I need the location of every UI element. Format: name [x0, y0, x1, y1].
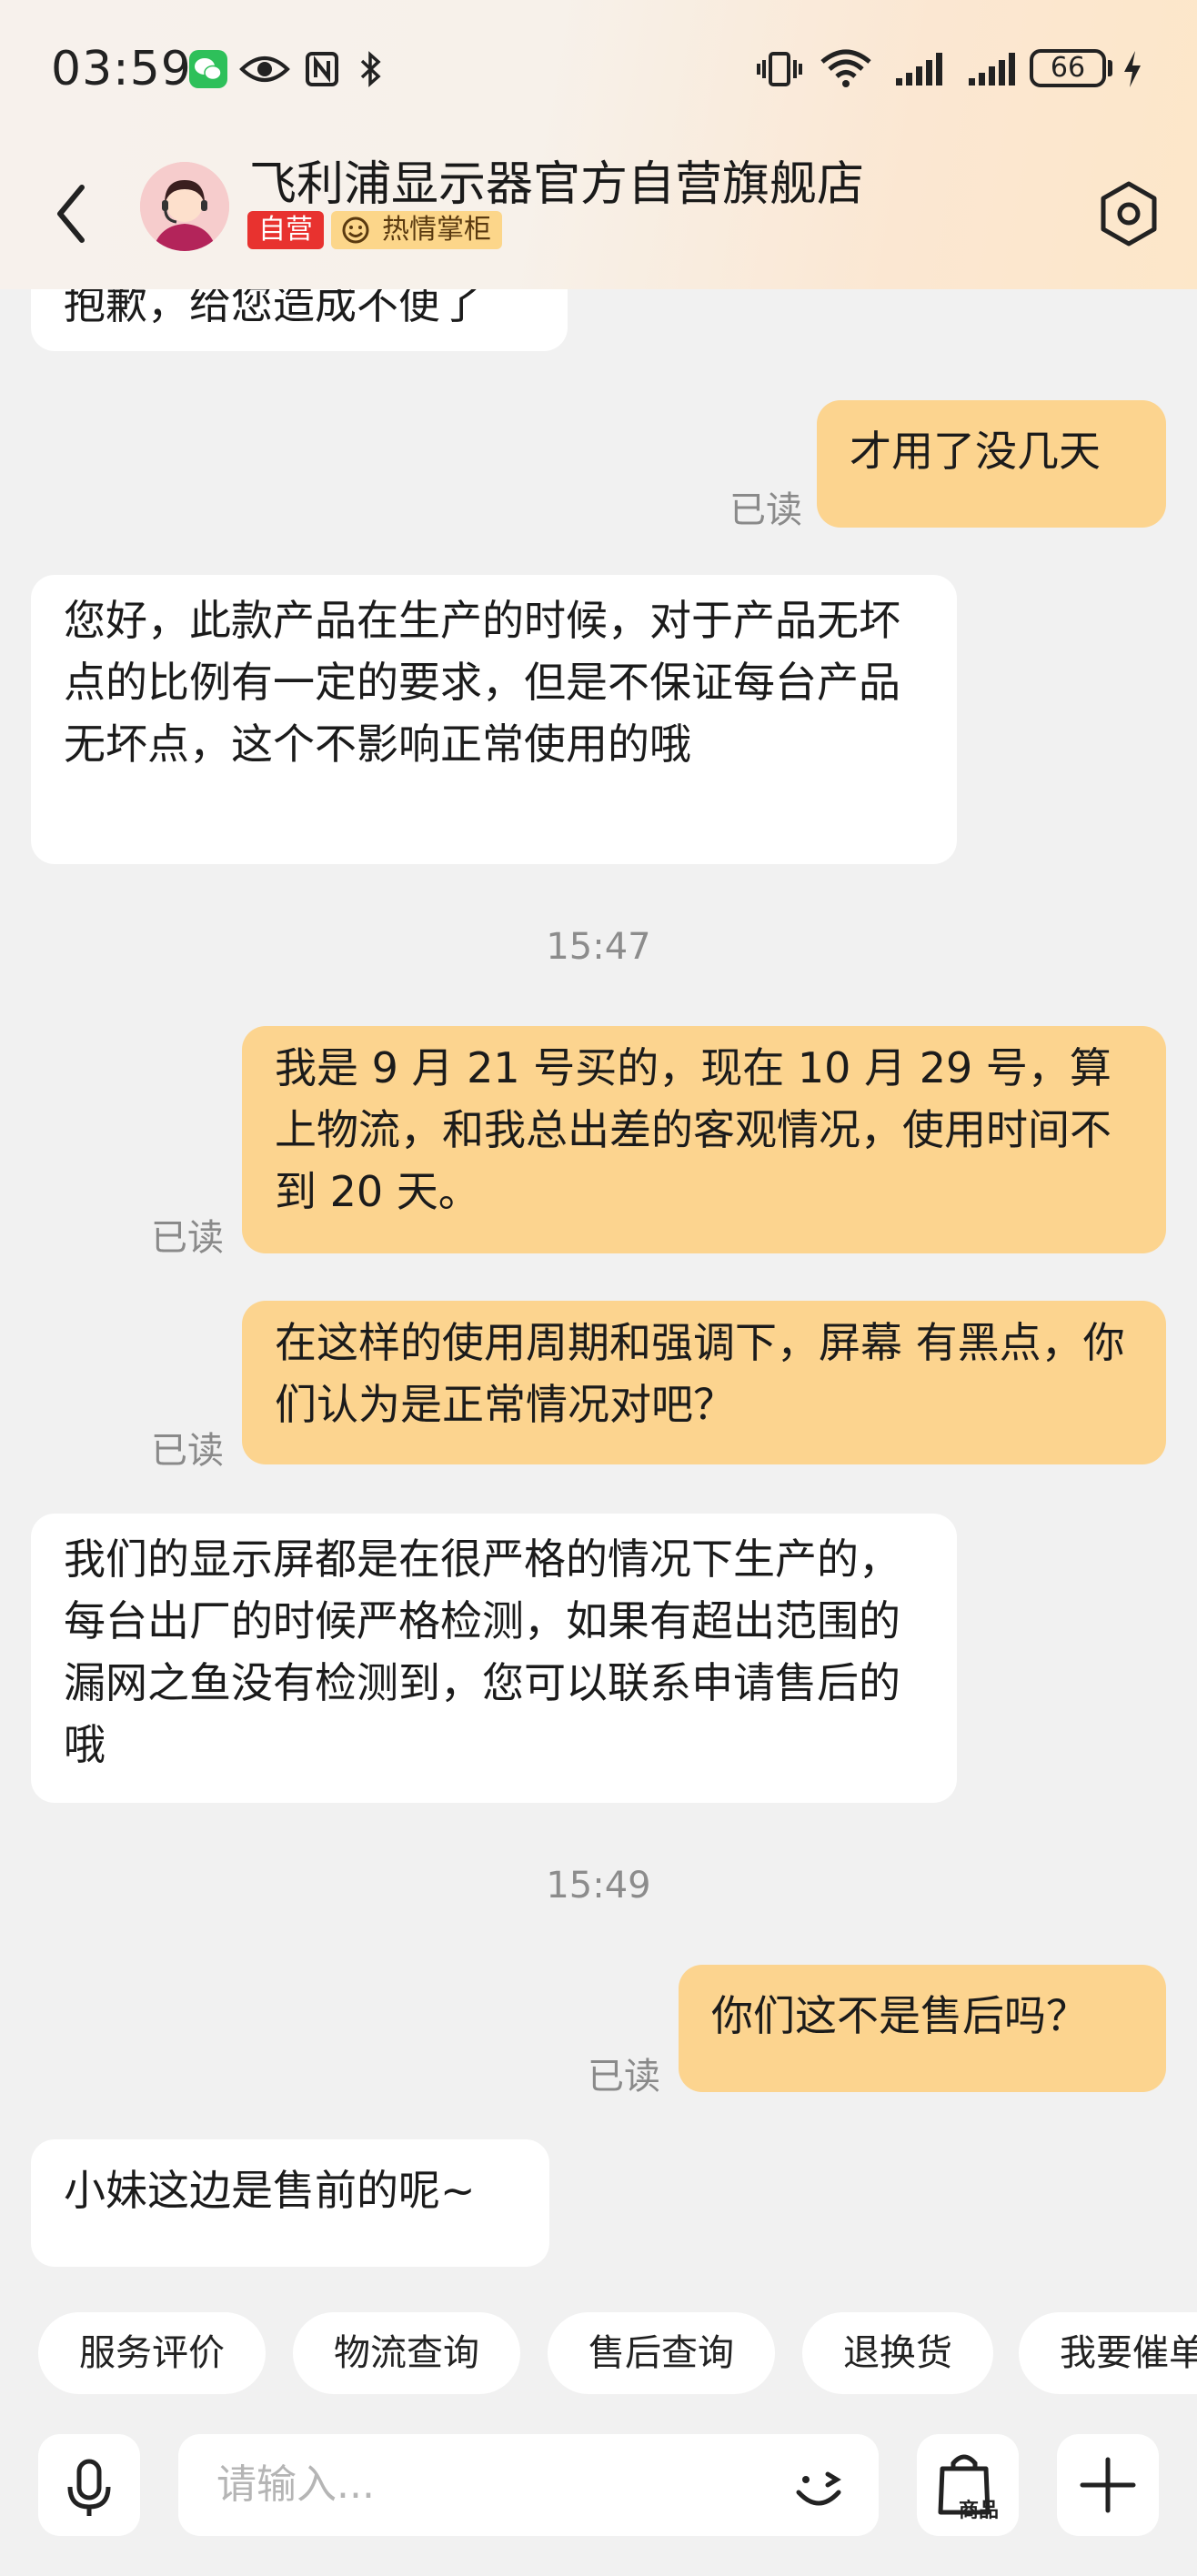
smile-badge-icon [340, 215, 373, 246]
time-separator: 15:49 [546, 1865, 651, 1907]
message-text: 抱歉，给您造成不便了 [64, 289, 482, 328]
status-time: 03:59 [51, 42, 192, 96]
quick-logistics-button[interactable]: 物流查询 [293, 2312, 520, 2394]
message-bubble-sent: 我是 9 月 21 号买的，现在 10 月 29 号，算上物流，和我总出差的客观… [242, 1026, 1166, 1253]
signal-icon [966, 47, 1019, 91]
settings-button[interactable] [1088, 173, 1170, 255]
battery-indicator: 66 [1030, 49, 1106, 87]
message-text: 您好，此款产品在生产的时候，对于产品无坏点的比例有一定的要求，但是不保证每台产品… [64, 596, 900, 769]
store-title: 飞利浦显示器官方自营旗舰店 [249, 157, 865, 212]
emoji-icon[interactable] [786, 2454, 851, 2520]
message-bubble-received: 您好，此款产品在生产的时候，对于产品无坏点的比例有一定的要求，但是不保证每台产品… [31, 575, 957, 864]
microphone-icon [67, 2459, 111, 2516]
message-input-placeholder: 请输入... [216, 2461, 375, 2508]
bluetooth-icon [357, 47, 384, 91]
goods-label: 商品 [959, 2500, 1000, 2522]
quick-urge-order-button[interactable]: 我要催单 [1019, 2312, 1197, 2394]
quick-return-button[interactable]: 退换货 [802, 2312, 993, 2394]
nfc-icon [304, 47, 340, 91]
signal-icon [893, 47, 946, 91]
wechat-icon [187, 47, 229, 91]
status-bar: 03:59 66 [0, 0, 1197, 146]
read-receipt: 已读 [151, 1217, 224, 1259]
message-input[interactable]: 请输入... [178, 2434, 879, 2536]
message-bubble-received: 我们的显示屏都是在很严格的情况下生产的，每台出厂的时候严格检测，如果有超出范围的… [31, 1514, 957, 1803]
input-bar: 请输入... 商品 [0, 2420, 1197, 2576]
quick-actions-bar: 服务评价 物流查询 售后查询 退换货 我要催单 [0, 2309, 1197, 2400]
vibrate-icon [757, 47, 802, 91]
quick-after-sales-button[interactable]: 售后查询 [548, 2312, 775, 2394]
plus-icon [1080, 2457, 1136, 2513]
message-text: 才用了没几天 [850, 427, 1101, 476]
eye-icon [238, 47, 291, 91]
message-bubble-received: 小妹这边是售前的呢~ [31, 2139, 549, 2267]
chat-header: 飞利浦显示器官方自营旗舰店 自营 热情掌柜 [0, 146, 1197, 289]
chat-area[interactable]: 抱歉，给您造成不便了 已读 才用了没几天 您好，此款产品在生产的时候，对于产品无… [0, 289, 1197, 2309]
read-receipt: 已读 [588, 2056, 660, 2098]
goods-button[interactable]: 商品 [917, 2434, 1019, 2536]
hot-seller-label: 热情掌柜 [382, 214, 491, 246]
quick-service-review-button[interactable]: 服务评价 [38, 2312, 266, 2394]
message-bubble-sent: 在这样的使用周期和强调下，屏幕 有黑点，你们认为是正常情况对吧？ [242, 1301, 1166, 1464]
message-text: 在这样的使用周期和强调下，屏幕 有黑点，你们认为是正常情况对吧？ [275, 1318, 1125, 1429]
back-button[interactable] [45, 173, 100, 255]
message-text: 我们的显示屏都是在很严格的情况下生产的，每台出厂的时候严格检测，如果有超出范围的… [64, 1535, 900, 1769]
voice-button[interactable] [38, 2434, 140, 2536]
message-bubble-received: 抱歉，给您造成不便了 [31, 289, 568, 351]
read-receipt: 已读 [151, 1430, 224, 1472]
more-button[interactable] [1057, 2434, 1159, 2536]
time-separator: 15:47 [546, 926, 651, 968]
message-bubble-sent: 才用了没几天 [817, 400, 1166, 528]
message-text: 小妹这边是售前的呢~ [64, 2166, 476, 2215]
charging-icon [1119, 47, 1146, 91]
message-bubble-sent: 你们这不是售后吗？ [679, 1965, 1166, 2092]
read-receipt: 已读 [729, 489, 802, 531]
self-operated-badge: 自营 [247, 211, 324, 249]
battery-tip [1108, 60, 1112, 76]
top-bar: 03:59 66 飞利浦显示器官方自营旗舰店 自营 热情掌柜 [0, 0, 1197, 289]
message-text: 我是 9 月 21 号买的，现在 10 月 29 号，算上物流，和我总出差的客观… [275, 1043, 1112, 1216]
message-text: 你们这不是售后吗？ [711, 1991, 1088, 2040]
wifi-icon [819, 47, 873, 91]
store-avatar[interactable] [140, 162, 229, 251]
hot-seller-badge: 热情掌柜 [331, 211, 502, 249]
